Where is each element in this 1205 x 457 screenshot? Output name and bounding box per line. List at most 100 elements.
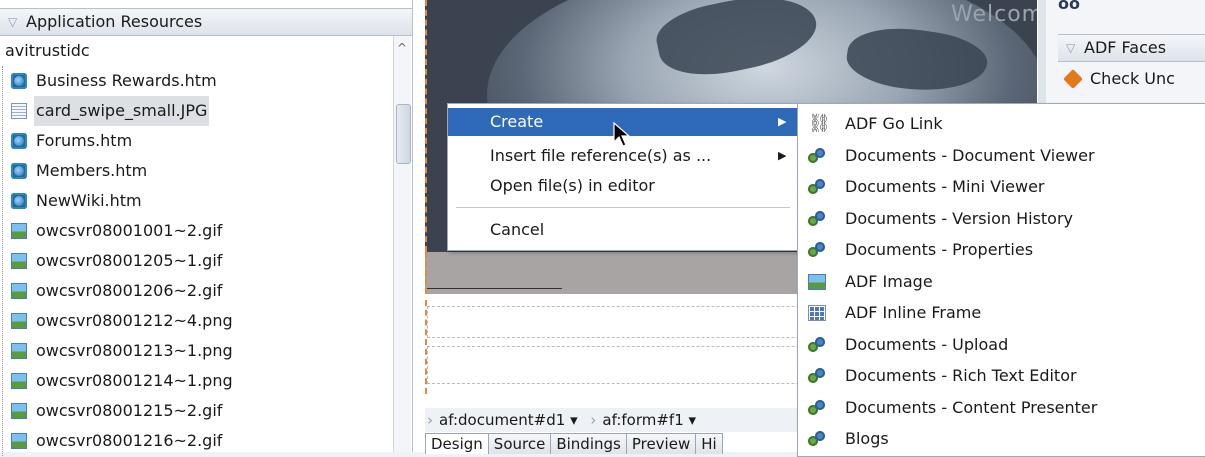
palette-item-check-uncommitted[interactable]: Check Unc xyxy=(1063,68,1175,89)
link-icon: ⛓ xyxy=(808,113,831,134)
submenu-item[interactable]: Documents - Content Presenter xyxy=(798,392,1205,424)
globe-landmass xyxy=(651,0,823,86)
image-icon xyxy=(808,273,826,290)
document-icon xyxy=(11,103,27,119)
html-page-icon xyxy=(11,73,27,89)
tab-history[interactable]: Hi xyxy=(695,433,723,454)
mouse-pointer-icon xyxy=(613,122,631,147)
image-icon xyxy=(11,253,27,269)
submenu-item-label: Documents - Version History xyxy=(845,208,1074,228)
component-icon xyxy=(808,399,826,416)
submenu-item[interactable]: Documents - Upload xyxy=(798,329,1205,361)
collapse-triangle-icon[interactable]: ▽ xyxy=(8,15,17,29)
scrollbar-thumb[interactable] xyxy=(396,104,411,164)
image-icon xyxy=(11,283,27,299)
component-icon xyxy=(808,336,826,353)
tab-preview[interactable]: Preview xyxy=(625,433,697,454)
submenu-item[interactable]: ⛓ ADF Go Link xyxy=(798,108,1205,140)
tree-file-label: card_swipe_small.JPG xyxy=(34,96,210,126)
tree-file-node[interactable]: NewWiki.htm xyxy=(0,186,392,216)
tree-file-node[interactable]: Forums.htm xyxy=(0,126,392,156)
tab-bindings[interactable]: Bindings xyxy=(550,433,627,454)
tree-file-label: Members.htm xyxy=(36,161,148,180)
tree-file-label: owcsvr08001001~2.gif xyxy=(36,221,223,240)
image-icon xyxy=(11,403,27,419)
submenu-item-label: Documents - Upload xyxy=(845,334,1009,354)
menu-separator xyxy=(456,207,790,208)
tree-file-label: NewWiki.htm xyxy=(36,191,142,210)
tab-source[interactable]: Source xyxy=(487,433,552,454)
tab-design[interactable]: Design xyxy=(425,433,489,454)
tree-file-label: owcsvr08001214~1.png xyxy=(36,371,233,390)
submenu-item-label: Documents - Content Presenter xyxy=(845,397,1098,417)
submenu-item-label: ADF Go Link xyxy=(845,114,943,133)
menu-item-label: Cancel xyxy=(490,220,545,239)
submenu-item[interactable]: Documents - Rich Text Editor xyxy=(798,360,1205,392)
menu-item-open-in-editor[interactable]: Open file(s) in editor xyxy=(448,172,798,200)
submenu-item[interactable]: Blogs xyxy=(798,423,1205,455)
palette-section-title: ADF Faces xyxy=(1084,38,1167,57)
tree-root-label: avitrustidc xyxy=(5,41,90,60)
tree-file-node[interactable]: owcsvr08001206~2.gif xyxy=(0,276,392,306)
breadcrumb-form[interactable]: af:form#f1 ▾ xyxy=(588,408,702,432)
component-icon xyxy=(808,368,826,384)
create-submenu: ⛓ ADF Go Link Documents - Document Viewer D… xyxy=(797,103,1205,457)
image-icon xyxy=(11,433,27,449)
image-icon xyxy=(11,313,27,329)
component-icon xyxy=(808,210,826,227)
tree-file-node[interactable]: owcsvr08001205~1.gif xyxy=(0,246,392,276)
tree-file-node[interactable]: owcsvr08001213~1.png xyxy=(0,336,392,366)
globe-landmass xyxy=(843,20,991,100)
scroll-up-arrow-icon[interactable]: ^ xyxy=(397,41,407,55)
submenu-item[interactable]: Documents - Mini Viewer xyxy=(798,171,1205,203)
tree-file-label: owcsvr08001205~1.gif xyxy=(36,251,223,270)
tree-file-label: owcsvr08001215~2.gif xyxy=(36,401,223,420)
application-resources-panel: ▽ Application Resources avitrustidc Busi… xyxy=(0,0,413,456)
application-resources-header[interactable]: ▽ Application Resources xyxy=(0,8,412,36)
tree-file-label: Forums.htm xyxy=(36,131,133,150)
submenu-item-label: ADF Image xyxy=(845,271,933,291)
tree-file-label: Business Rewards.htm xyxy=(36,71,217,90)
submenu-item-label: Documents - Document Viewer xyxy=(845,145,1095,165)
submenu-item-label: ADF Inline Frame xyxy=(845,303,982,322)
submenu-item[interactable]: Documents - Document Viewer xyxy=(798,140,1205,172)
tree-root-node[interactable]: avitrustidc xyxy=(0,36,392,66)
tree-file-node[interactable]: owcsvr08001214~1.png xyxy=(0,366,392,396)
submenu-item[interactable]: Documents - Version History xyxy=(798,203,1205,235)
submenu-item-label: Documents - Rich Text Editor xyxy=(845,366,1077,385)
html-page-icon xyxy=(11,133,27,149)
tree-file-label: owcsvr08001212~4.png xyxy=(36,311,233,330)
tree-file-node[interactable]: Members.htm xyxy=(0,156,392,186)
component-icon xyxy=(808,179,826,195)
adf-faces-header[interactable]: ▽ ADF Faces xyxy=(1058,34,1205,62)
submenu-item[interactable]: Documents - Properties xyxy=(798,234,1205,266)
component-icon xyxy=(808,242,826,258)
html-page-icon xyxy=(11,193,27,209)
submenu-arrow-icon: ▶ xyxy=(778,149,787,162)
submenu-item-label: Documents - Properties xyxy=(845,240,1034,259)
menu-item-label: Insert file reference(s) as ... xyxy=(490,146,712,165)
submenu-item[interactable]: ADF Inline Frame xyxy=(798,297,1205,329)
submenu-item-label: Blogs xyxy=(845,429,889,448)
tree-file-node[interactable]: owcsvr08001001~2.gif xyxy=(0,216,392,246)
diamond-arrows-icon xyxy=(1063,68,1083,89)
html-page-icon xyxy=(11,163,27,179)
resource-tree: avitrustidc Business Rewards.htm card_swi… xyxy=(0,36,392,456)
frame-icon xyxy=(808,305,826,321)
tree-file-node[interactable]: owcsvr08001215~2.gif xyxy=(0,396,392,426)
component-icon xyxy=(808,431,826,447)
vertical-scrollbar[interactable]: ^ xyxy=(393,36,411,452)
image-icon xyxy=(11,343,27,359)
breadcrumb-document[interactable]: af:document#d1 ▾ xyxy=(425,408,584,432)
tree-file-node[interactable]: owcsvr08001212~4.png xyxy=(0,306,392,336)
submenu-item[interactable]: ADF Image xyxy=(798,266,1205,298)
collapse-triangle-icon[interactable]: ▽ xyxy=(1066,41,1075,55)
tree-file-node[interactable]: card_swipe_small.JPG xyxy=(0,96,392,126)
menu-item-cancel[interactable]: Cancel xyxy=(448,216,798,244)
image-icon xyxy=(11,223,27,239)
tree-file-label: owcsvr08001213~1.png xyxy=(36,341,233,360)
tree-file-node[interactable]: Business Rewards.htm xyxy=(0,66,392,96)
submenu-item-label: Documents - Mini Viewer xyxy=(845,177,1045,196)
binoculars-icon[interactable]: oo xyxy=(1058,0,1080,13)
submenu-arrow-icon: ▶ xyxy=(778,115,787,128)
